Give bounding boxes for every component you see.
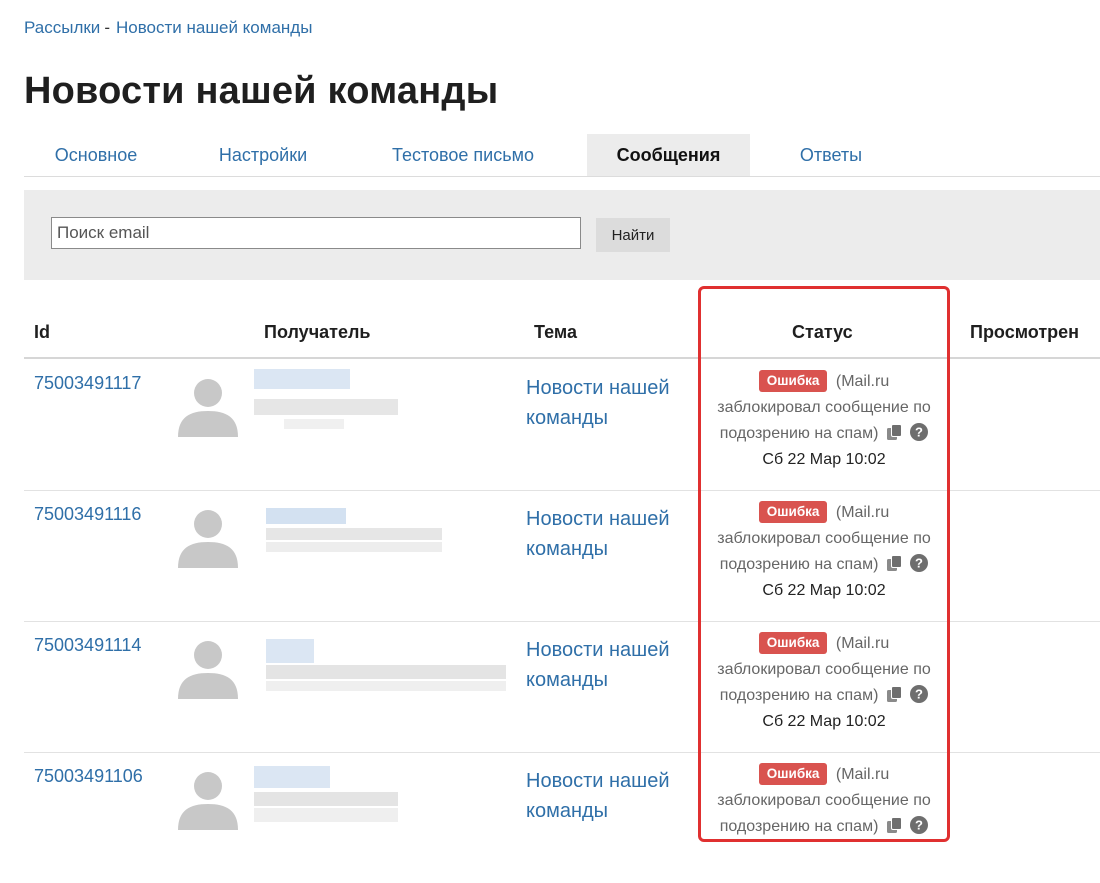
breadcrumb-mailings-link[interactable]: Рассылки	[24, 18, 100, 37]
recipient-redacted	[254, 631, 514, 691]
tab-bar: Основное Настройки Тестовое письмо Сообщ…	[24, 134, 1100, 177]
tab-replies[interactable]: Ответы	[764, 134, 898, 176]
recipient-redacted	[254, 762, 514, 822]
tab-messages[interactable]: Сообщения	[587, 134, 750, 176]
breadcrumb-current-link[interactable]: Новости нашей команды	[116, 18, 312, 37]
status-column-highlight	[698, 286, 950, 842]
breadcrumb: Рассылки - Новости нашей команды	[24, 18, 312, 38]
subject-link[interactable]: Новости нашей команды	[526, 504, 696, 564]
column-header-id[interactable]: Id	[34, 322, 50, 343]
search-email-input[interactable]	[51, 217, 581, 249]
message-id-link[interactable]: 75003491114	[34, 635, 141, 656]
user-silhouette-icon	[178, 379, 238, 437]
user-silhouette-icon	[178, 510, 238, 568]
message-id-link[interactable]: 75003491116	[34, 504, 141, 525]
search-panel: Найти	[24, 190, 1100, 280]
subject-link[interactable]: Новости нашей команды	[526, 766, 696, 826]
user-silhouette-icon	[178, 772, 238, 830]
column-header-recipient[interactable]: Получатель	[264, 322, 370, 343]
tab-general[interactable]: Основное	[24, 134, 168, 176]
user-silhouette-icon	[178, 641, 238, 699]
breadcrumb-separator: -	[104, 18, 110, 37]
message-id-link[interactable]: 75003491106	[34, 766, 143, 787]
message-id-link[interactable]: 75003491117	[34, 373, 141, 394]
subject-link[interactable]: Новости нашей команды	[526, 373, 696, 433]
recipient-redacted	[254, 500, 514, 560]
recipient-redacted	[254, 369, 514, 429]
column-header-viewed[interactable]: Просмотрен	[970, 322, 1079, 343]
page-title: Новости нашей команды	[24, 70, 499, 112]
tab-test-email[interactable]: Тестовое письмо	[358, 134, 568, 176]
subject-link[interactable]: Новости нашей команды	[526, 635, 696, 695]
tab-settings[interactable]: Настройки	[180, 134, 346, 176]
column-header-subject[interactable]: Тема	[534, 322, 577, 343]
search-button[interactable]: Найти	[596, 218, 670, 252]
